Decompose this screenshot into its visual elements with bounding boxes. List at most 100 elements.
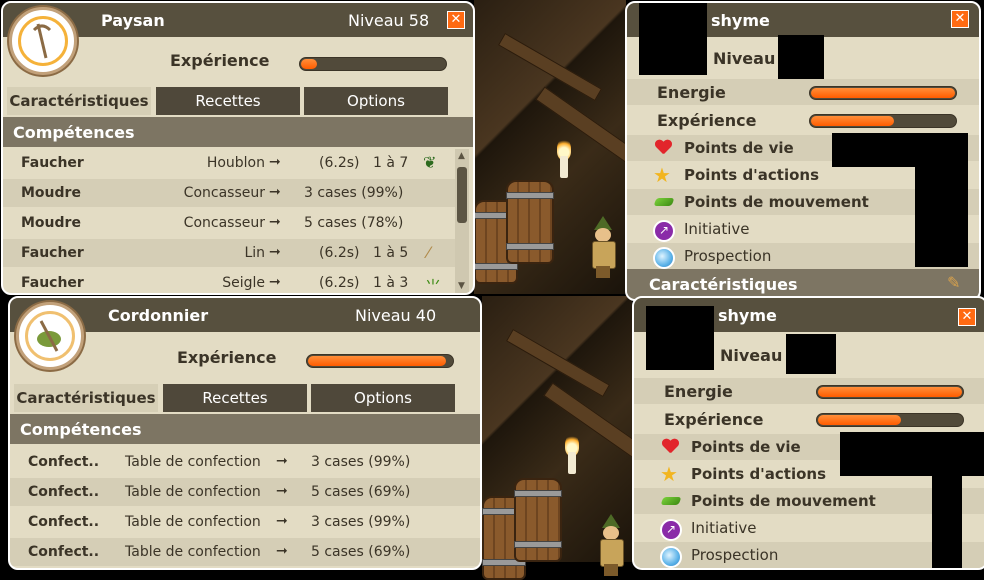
points-de-vie-label: Points de vie [684,139,794,157]
list-item[interactable]: Confect.. Table de confection ➞ 3 cases … [10,508,480,536]
arrow-right-icon: ➞ [276,513,288,529]
skill-target: Table de confection [125,544,261,560]
experience-label: Expérience [177,348,277,367]
skill-target: Seigle [222,275,265,291]
skill-name: Faucher [21,245,84,261]
job-level: Niveau 58 [348,11,430,30]
lin-icon: ⁄ [427,243,430,262]
section-title: Compétences [13,123,135,142]
experience-bar [299,57,447,71]
close-icon[interactable]: ✕ [958,308,976,326]
energie-label: Energie [657,83,726,102]
skill-name: Moudre [21,215,81,231]
skill-result: 5 cases (78%) [304,215,404,231]
initiative-label: Initiative [684,220,750,238]
player-character[interactable] [596,514,626,576]
prospection-icon [660,546,682,568]
skill-result: 5 cases (69%) [311,544,411,560]
level-label: Niveau [720,346,783,365]
list-item[interactable]: Moudre Concasseur ➞ 3 cases (99%) [3,179,455,207]
experience-bar [306,354,454,368]
game-scene-bottom [482,296,653,580]
character-stats-panel: shyme ✕ Niveau Energie Expérience Points… [632,296,984,570]
redacted-level [786,334,836,374]
tab-options[interactable]: Options [304,87,448,115]
tab-options[interactable]: Options [311,384,455,412]
skill-result: (6.2s) [319,275,360,291]
skill-target: Houblon [206,155,265,171]
seigle-icon: ⺌ [425,277,442,295]
section-title: Caractéristiques [649,275,798,294]
heart-icon [655,140,671,156]
character-stats-panel: shyme ✕ Niveau Energie Expérience Points… [625,1,981,301]
tab-caracteristiques[interactable]: Caractéristiques [7,87,151,115]
points-mouvement-label: Points de mouvement [691,492,876,510]
skill-result: 3 cases (99%) [311,454,411,470]
list-item[interactable]: Faucher Houblon ➞ (6.2s) 1 à 7 ❦ [3,149,455,177]
close-icon[interactable]: ✕ [951,10,969,28]
character-name: shyme [711,11,770,30]
close-icon[interactable]: ✕ [447,11,465,29]
tab-recettes[interactable]: Recettes [156,87,300,115]
points-mouvement-label: Points de mouvement [684,193,869,211]
level-label: Niveau [713,49,776,68]
tab-recettes[interactable]: Recettes [163,384,307,412]
skill-extra: 1 à 3 [373,275,409,291]
skill-name: Confect.. [28,514,100,530]
skill-result: (6.2s) [319,155,360,171]
skill-name: Confect.. [28,544,100,560]
movement-icon [653,198,675,206]
scrollbar-thumb[interactable] [457,167,467,223]
experience-row: Expérience [627,107,979,133]
section-header: Compétences [10,414,480,444]
energie-bar [809,86,957,100]
tab-caracteristiques[interactable]: Caractéristiques [14,384,158,412]
points-de-vie-label: Points de vie [691,438,801,456]
redacted-values [832,133,968,167]
arrow-right-icon: ➞ [276,453,288,469]
list-item[interactable]: Confect.. Table de confection ➞ 5 cases … [10,478,480,506]
list-item[interactable]: Confect.. Table de confection ➞ 3 cases … [10,448,480,476]
experience-bar-fill [818,415,901,425]
skill-name: Confect.. [28,454,100,470]
candle [560,156,568,178]
edit-icon[interactable]: ✎ [947,273,960,292]
arrow-right-icon: ➞ [269,274,281,290]
job-title: Paysan [101,11,165,30]
experience-bar-fill [308,356,446,366]
character-name: shyme [718,306,777,325]
energie-row: Energie [627,79,979,105]
job-emblem-icon [16,302,84,370]
redacted-values [915,163,968,267]
skill-result: 3 cases (99%) [311,514,411,530]
arrow-right-icon: ➞ [269,214,281,230]
energie-bar [816,385,964,399]
scroll-up-icon[interactable]: ▲ [458,151,465,161]
star-icon: ★ [653,163,671,187]
skill-result: 3 cases (99%) [304,185,404,201]
list-item[interactable]: Faucher Seigle ➞ (6.2s) 1 à 3 ⺌ [3,269,455,295]
job-panel-paysan: Paysan Niveau 58 ✕ Expérience Caractéris… [1,1,475,295]
skill-name: Confect.. [28,484,100,500]
skill-target: Concasseur [183,185,265,201]
heart-icon [662,439,678,455]
initiative-label: Initiative [691,519,757,537]
list-item[interactable]: Faucher Lin ➞ (6.2s) 1 à 5 ⁄ [3,239,455,267]
skill-name: Faucher [21,155,84,171]
scroll-down-icon[interactable]: ▼ [458,281,465,291]
points-actions-label: Points d'actions [684,166,820,184]
scrollbar[interactable]: ▲ ▼ [455,149,469,293]
prospection-label: Prospection [684,247,772,265]
player-character[interactable] [588,216,618,278]
experience-bar [816,413,964,427]
skill-target: Table de confection [125,454,261,470]
experience-label: Expérience [664,410,764,429]
section-header: Caractéristiques ✎ [627,269,979,299]
energie-row: Energie [634,378,984,404]
initiative-icon: ↗ [660,519,682,541]
game-scene-top [474,0,645,294]
list-item[interactable]: Moudre Concasseur ➞ 5 cases (78%) [3,209,455,237]
section-header: Compétences [3,117,473,147]
skill-target: Concasseur [183,215,265,231]
initiative-icon: ↗ [653,220,675,242]
